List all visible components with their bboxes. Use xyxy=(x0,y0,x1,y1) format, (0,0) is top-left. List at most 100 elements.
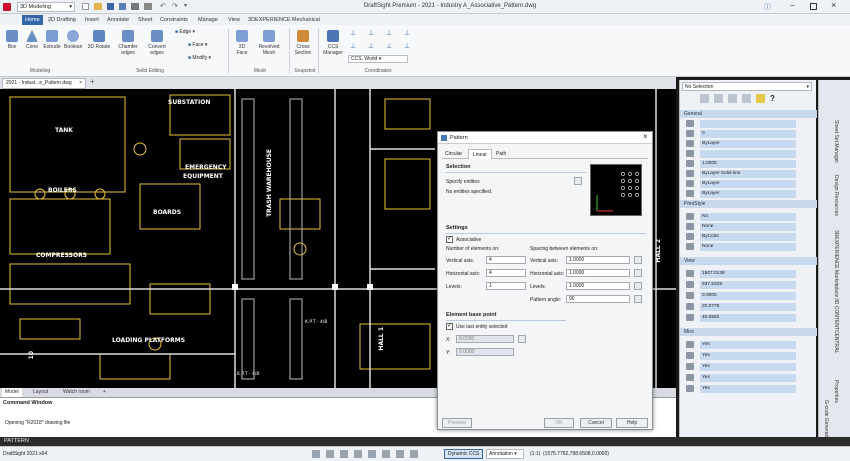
redo-icon[interactable]: ↷ xyxy=(172,2,178,10)
property-field[interactable]: 40.5582 xyxy=(700,314,796,322)
select-entities-icon[interactable] xyxy=(574,177,582,185)
ok-button[interactable]: OK xyxy=(544,418,574,428)
property-field[interactable]: ByLayer xyxy=(700,180,796,188)
property-field[interactable]: 0.0000 xyxy=(700,292,796,300)
new-icon[interactable] xyxy=(82,3,89,10)
horizontal-count-field[interactable]: 4 xyxy=(486,269,526,277)
pick-point-icon[interactable] xyxy=(518,335,526,343)
ccs-axis-icon[interactable]: ⊥ xyxy=(368,29,374,37)
print-icon[interactable] xyxy=(131,3,139,10)
snap-toggle-icon[interactable] xyxy=(312,450,320,458)
toggle-pickadd-icon[interactable] xyxy=(728,94,737,103)
property-field[interactable]: ByLayer xyxy=(700,190,796,198)
new-tab-icon[interactable]: + xyxy=(90,77,95,86)
ccs-axis-icon[interactable]: ⊥ xyxy=(350,42,356,50)
rotate-3d-button[interactable]: 3D Rotate xyxy=(87,30,111,50)
tab-sheet-set-manager[interactable]: Sheet Set Manager xyxy=(833,120,839,163)
help-button[interactable]: Help xyxy=(616,418,648,428)
chamfer-edges-button[interactable]: Chamfer edges xyxy=(115,30,141,56)
select-objects-icon[interactable] xyxy=(700,94,709,103)
tab-layout[interactable]: Layout xyxy=(30,388,51,397)
info-icon[interactable]: ⓘ xyxy=(764,2,771,12)
convert-edges-button[interactable]: Convert edges xyxy=(145,30,169,56)
property-field[interactable]: Yes xyxy=(700,363,796,371)
x-field[interactable]: 0.0000 xyxy=(456,335,514,343)
tab-annotate[interactable]: Annotate xyxy=(107,15,129,25)
minimize-icon[interactable]: – xyxy=(790,1,794,10)
tab-g-code-generator[interactable]: G-code Generator xyxy=(823,400,829,440)
tab-path[interactable]: Path xyxy=(496,151,506,157)
close-tab-icon[interactable]: × xyxy=(79,79,82,88)
tab-home[interactable]: Home xyxy=(22,15,43,25)
property-field[interactable]: None xyxy=(700,223,796,231)
y-field[interactable]: 0.0000 xyxy=(456,348,514,356)
print-preview-icon[interactable] xyxy=(144,3,152,10)
lineweight-toggle-icon[interactable] xyxy=(396,450,404,458)
property-field[interactable]: 1507.0138 xyxy=(700,270,796,278)
section-view[interactable]: View xyxy=(680,257,817,265)
ccs-world-select[interactable]: CCS, World ▾ xyxy=(348,55,408,63)
property-field[interactable]: 0 xyxy=(700,130,796,138)
cross-section-button[interactable]: Cross Section xyxy=(292,30,314,56)
ccs-axis-icon[interactable]: ⊥ xyxy=(368,42,374,50)
tab-sheet[interactable]: Sheet xyxy=(138,15,152,25)
tab-mechanical[interactable]: Mechanical xyxy=(292,15,320,25)
close-icon[interactable]: × xyxy=(831,0,836,10)
levels-spacing-field[interactable]: 1.0000 xyxy=(566,282,630,290)
save-icon[interactable] xyxy=(107,3,114,10)
revolved-mesh-button[interactable]: Revolved Mesh xyxy=(257,30,281,56)
pick-vertical-icon[interactable] xyxy=(634,256,642,264)
property-field[interactable]: ByLayer xyxy=(700,140,796,148)
add-layout-icon[interactable]: + xyxy=(100,388,109,397)
pick-angle-icon[interactable] xyxy=(634,295,642,303)
tab-properties[interactable]: Properties xyxy=(833,380,839,403)
highlight-icon[interactable] xyxy=(756,94,765,103)
section-general[interactable]: General xyxy=(680,110,817,118)
tab-constraints[interactable]: Constraints xyxy=(160,15,188,25)
undo-icon[interactable]: ↶ xyxy=(160,2,166,10)
tab-watch-room[interactable]: Watch room xyxy=(60,388,93,397)
associative-checkbox[interactable]: ✓ xyxy=(446,236,453,243)
vertical-count-field[interactable]: 4 xyxy=(486,256,526,264)
property-field[interactable]: Yes xyxy=(700,352,796,360)
preview-button[interactable]: Preview xyxy=(442,418,472,428)
open-icon[interactable] xyxy=(94,3,102,10)
property-field[interactable]: 1.0000 xyxy=(700,160,796,168)
section-misc[interactable]: Misc xyxy=(680,328,817,336)
save-as-icon[interactable] xyxy=(119,3,126,10)
cone-button[interactable]: Cone xyxy=(23,30,41,50)
property-field[interactable] xyxy=(700,150,796,158)
tab-3d-contentcentral[interactable]: 3D CONTENTCENTRAL xyxy=(833,298,839,353)
vertical-spacing-field[interactable]: 1.0000 xyxy=(566,256,630,264)
tab-insert[interactable]: Insert xyxy=(85,15,99,25)
property-field[interactable]: 20.0778 xyxy=(700,303,796,311)
boolean-button[interactable]: Boolean xyxy=(64,30,82,50)
selection-select[interactable]: No Selection ▾ xyxy=(682,82,812,91)
tab-3dexperience-marketplace[interactable]: 3DEXPERIENCE Marketplace xyxy=(833,230,839,297)
box-button[interactable]: Box xyxy=(3,30,21,50)
document-tab[interactable]: 2021 - Indust...e_Pattern.dwg × xyxy=(2,78,86,89)
dialog-close-icon[interactable]: × xyxy=(643,132,648,141)
annotation-scale[interactable]: (1:1) xyxy=(530,451,540,457)
customize-icon[interactable]: ▾ xyxy=(184,2,187,9)
ccs-axis-icon[interactable]: ⊥ xyxy=(404,29,410,37)
workspace-select[interactable]: 3D Modeling ▾ xyxy=(17,2,75,12)
command-input[interactable]: PATTERN xyxy=(0,437,850,446)
modify-menu[interactable]: ■ Modify ▾ xyxy=(188,55,211,61)
tab-linear[interactable]: Linear xyxy=(468,149,492,159)
property-field[interactable]: ByColor xyxy=(700,233,796,241)
pattern-angle-field[interactable]: 90 xyxy=(566,295,630,303)
ccs-manager-button[interactable]: CCS Manager xyxy=(321,30,345,56)
pick-levels-icon[interactable] xyxy=(634,282,642,290)
grid-toggle-icon[interactable] xyxy=(326,450,334,458)
property-field[interactable]: Yes xyxy=(700,374,796,382)
esnap-toggle-icon[interactable] xyxy=(368,450,376,458)
ccs-axis-icon[interactable]: ⊥ xyxy=(350,29,356,37)
edge-menu[interactable]: ■ Edge ▾ xyxy=(175,29,195,35)
levels-count-field[interactable]: 1 xyxy=(486,282,526,290)
property-field[interactable]: Yes xyxy=(700,341,796,349)
ccs-axis-icon[interactable]: ⊥ xyxy=(386,42,392,50)
tab-model[interactable]: Model xyxy=(2,388,22,397)
section-printstyle[interactable]: PrintStyle xyxy=(680,200,817,208)
quick-select-icon[interactable] xyxy=(714,94,723,103)
